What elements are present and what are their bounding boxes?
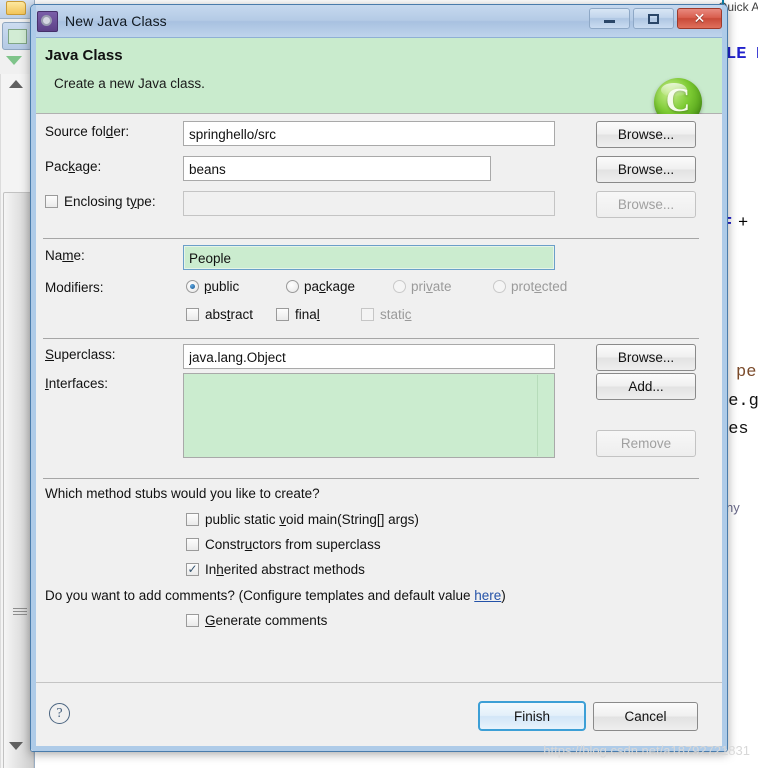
dialog-banner: Java Class Create a new Java class. C — [31, 38, 727, 126]
stub-checkbox-inherited-abstract[interactable]: ✓ Inherited abstract methods — [186, 562, 365, 577]
package-input[interactable] — [183, 156, 491, 181]
modifier-checkbox-static: static — [361, 307, 412, 322]
maximize-button[interactable] — [633, 8, 674, 29]
source-folder-browse-button[interactable]: Browse... — [596, 121, 696, 148]
modifier-checkbox-abstract[interactable]: abstract — [186, 307, 253, 322]
checkbox-inherited-abstract-indicator: ✓ — [186, 561, 199, 576]
new-java-class-dialog: New Java Class ✕ Java Class Create a new… — [30, 4, 728, 752]
wizard-icon-letter: C — [665, 81, 691, 119]
stub-checkbox-main-method[interactable]: public static void main(String[] args) — [186, 512, 419, 527]
method-stubs-question: Which method stubs would you like to cre… — [45, 486, 320, 501]
interfaces-list[interactable] — [183, 373, 555, 458]
modifier-radio-protected: protected — [493, 279, 567, 294]
enclosing-type-input — [183, 191, 555, 216]
java-class-icon — [37, 10, 58, 32]
interfaces-remove-button: Remove — [596, 430, 696, 457]
code-fragment-1: LE — [726, 45, 747, 64]
source-folder-input[interactable] — [183, 121, 555, 146]
dialog-titlebar[interactable]: New Java Class ✕ — [31, 5, 727, 38]
interfaces-label: Interfaces: — [45, 376, 109, 391]
close-icon: ✕ — [693, 10, 706, 27]
close-button[interactable]: ✕ — [677, 8, 722, 29]
modifier-checkbox-final[interactable]: final — [276, 307, 320, 322]
comments-question: Do you want to add comments? (Configure … — [45, 588, 506, 603]
separator-1 — [43, 238, 699, 239]
dialog-footer: ? Finish Cancel — [31, 682, 727, 751]
superclass-label: Superclass: — [45, 347, 116, 362]
modifier-radio-package[interactable]: package — [286, 279, 355, 294]
modifier-radio-public[interactable]: public — [186, 279, 239, 294]
scroll-up-arrow-icon[interactable] — [9, 80, 23, 88]
help-icon[interactable]: ? — [49, 703, 70, 724]
code-fragment-5: pe — [736, 363, 757, 382]
checkbox-abstract-indicator — [186, 308, 199, 321]
enclosing-type-browse-button: Browse... — [596, 191, 696, 218]
scroll-down-arrow-icon[interactable] — [9, 742, 23, 750]
code-fragment-4: + — [738, 214, 749, 233]
dialog-title: New Java Class — [65, 13, 167, 29]
maximize-icon — [648, 13, 659, 24]
scrollbar-grip-icon — [13, 608, 27, 617]
superclass-input[interactable] — [183, 344, 555, 369]
configure-templates-link[interactable]: here — [474, 588, 501, 603]
chevron-down-icon[interactable] — [6, 56, 22, 65]
modifiers-label: Modifiers: — [45, 280, 104, 295]
source-folder-label: Source folder: — [45, 124, 130, 139]
name-label: Name: — [45, 248, 85, 263]
package-browse-button[interactable]: Browse... — [596, 156, 696, 183]
enclosing-type-checkbox[interactable] — [45, 195, 58, 208]
separator-3 — [43, 478, 699, 479]
ide-status-text: ny — [726, 500, 740, 515]
minimize-button[interactable] — [589, 8, 630, 29]
radio-package-indicator — [286, 280, 299, 293]
radio-public-indicator — [186, 280, 199, 293]
ide-view-thumbnail — [8, 29, 27, 44]
minimize-icon — [604, 20, 615, 23]
banner-title: Java Class — [45, 47, 123, 64]
superclass-browse-button[interactable]: Browse... — [596, 344, 696, 371]
banner-subtitle: Create a new Java class. — [54, 76, 205, 91]
checkbox-generate-comments-indicator — [186, 614, 199, 627]
dialog-body: Source folder: Browse... Package: Browse… — [31, 114, 727, 684]
checkbox-final-indicator — [276, 308, 289, 321]
checkbox-main-method-indicator — [186, 513, 199, 526]
name-input[interactable] — [183, 245, 555, 270]
watermark-text: https://blog.csdn.net/a18792721831 — [543, 743, 750, 758]
finish-button[interactable]: Finish — [478, 701, 586, 731]
folder-icon — [6, 1, 26, 15]
separator-2 — [43, 338, 699, 339]
modifier-radio-private: private — [393, 279, 452, 294]
checkbox-constructors-indicator — [186, 538, 199, 551]
radio-protected-indicator — [493, 280, 506, 293]
checkbox-static-indicator — [361, 308, 374, 321]
radio-private-indicator — [393, 280, 406, 293]
package-label: Package: — [45, 159, 102, 174]
cancel-button[interactable]: Cancel — [593, 702, 698, 731]
generate-comments-checkbox-row[interactable]: Generate comments — [186, 613, 327, 628]
ide-view-tab[interactable] — [2, 22, 32, 50]
window-controls: ✕ — [589, 8, 722, 29]
enclosing-type-row[interactable]: Enclosing type: — [45, 194, 156, 209]
vertical-scrollbar[interactable] — [0, 74, 34, 768]
stub-checkbox-constructors[interactable]: Constructors from superclass — [186, 537, 381, 552]
interfaces-add-button[interactable]: Add... — [596, 373, 696, 400]
